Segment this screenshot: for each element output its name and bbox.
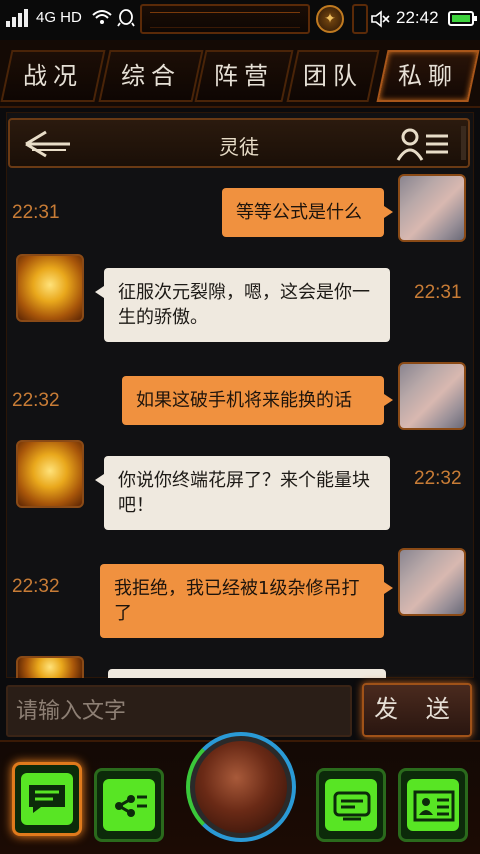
status-decoration-right	[352, 4, 368, 34]
contact-avatar[interactable]	[16, 254, 84, 322]
share-icon[interactable]	[94, 768, 164, 842]
profile-card-icon[interactable]	[398, 768, 468, 842]
clock: 22:42	[396, 8, 439, 27]
send-button[interactable]: 发 送	[362, 683, 472, 737]
incoming-message[interactable]	[108, 669, 386, 678]
tab-private-chat[interactable]: 私聊	[376, 50, 480, 102]
tab-general[interactable]: 综合	[98, 50, 204, 102]
outgoing-message[interactable]: 等等公式是什么	[222, 188, 393, 237]
message-time: 22:31	[414, 282, 462, 303]
emblem-icon: ✦	[316, 5, 344, 33]
tab-bar: 战况 综合 阵营 团队 私聊	[0, 40, 480, 108]
outgoing-message[interactable]: 如果这破手机将来能换的话	[122, 376, 393, 425]
member-list-icon[interactable]	[396, 126, 450, 162]
my-avatar[interactable]	[398, 174, 466, 242]
message-time: 22:32	[414, 468, 462, 489]
mute-icon	[371, 10, 390, 28]
incoming-message[interactable]: 你说你终端花屏了？来个能量块吧！	[95, 456, 390, 530]
header-scroll-rail	[461, 126, 466, 160]
message-time: 22:31	[12, 202, 60, 223]
tab-battle[interactable]: 战况	[0, 50, 106, 102]
chat-header: 灵徒	[8, 118, 470, 168]
wifi-icon	[92, 10, 112, 24]
orb-globe-icon[interactable]	[190, 736, 292, 838]
qq-notification-icon	[117, 9, 135, 27]
contact-avatar[interactable]	[16, 440, 84, 508]
my-avatar[interactable]	[398, 362, 466, 430]
battery-icon	[448, 11, 477, 26]
terminal-icon[interactable]	[316, 768, 386, 842]
message-input[interactable]	[6, 685, 352, 737]
status-decoration	[140, 4, 310, 34]
tab-team[interactable]: 团队	[286, 50, 380, 102]
input-area: 发 送	[0, 678, 480, 740]
message-time: 22:32	[12, 576, 60, 597]
chat-icon[interactable]	[12, 762, 82, 836]
network-label: 4G HD	[36, 9, 82, 26]
signal-icon	[6, 9, 32, 27]
contact-avatar[interactable]	[16, 656, 84, 678]
message-time: 22:32	[12, 390, 60, 411]
incoming-message[interactable]: 征服次元裂隙，嗯，这会是你一生的骄傲。	[95, 268, 390, 342]
outgoing-message[interactable]: 我拒绝，我已经被1级杂修吊打了	[100, 564, 393, 638]
my-avatar[interactable]	[398, 548, 466, 616]
tab-faction[interactable]: 阵营	[194, 50, 294, 102]
status-bar: 4G HD ✦ 22:42	[0, 0, 480, 40]
